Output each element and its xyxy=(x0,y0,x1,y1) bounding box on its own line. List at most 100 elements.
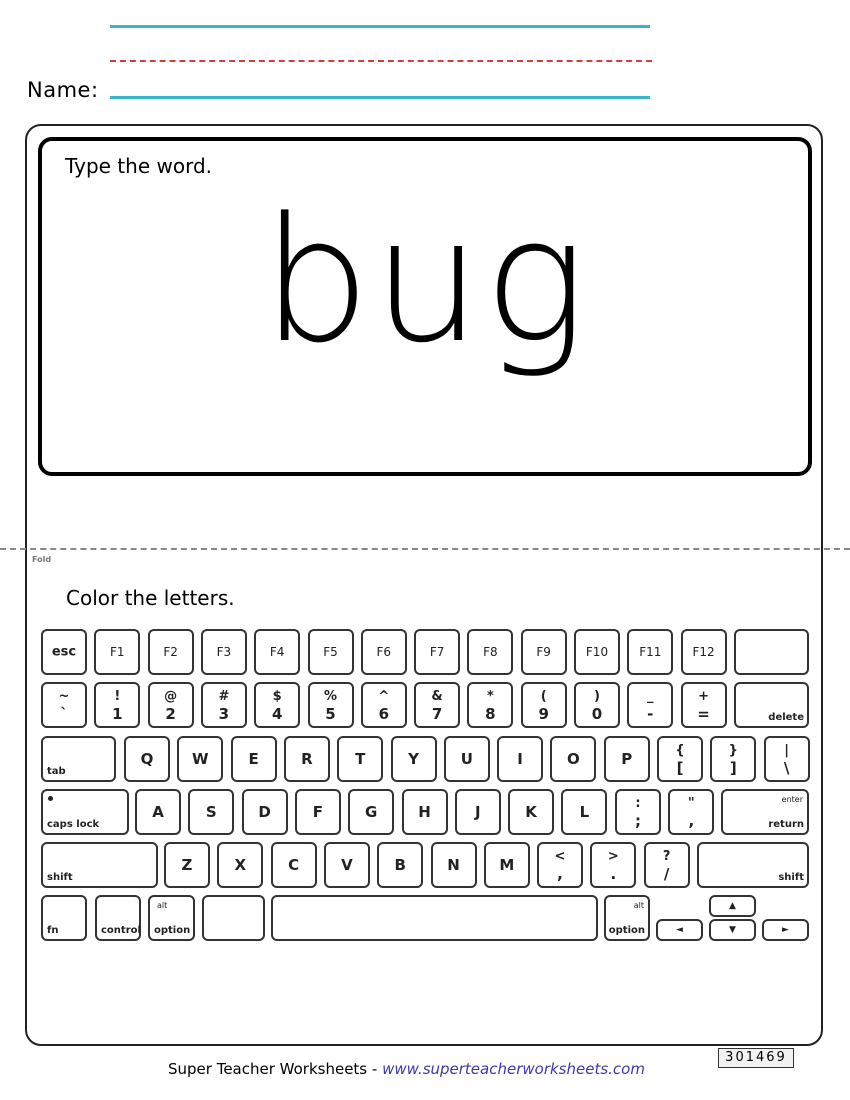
key-label: I xyxy=(517,750,523,768)
key-control[interactable]: control xyxy=(95,895,141,941)
key-e[interactable]: E xyxy=(230,736,277,782)
key-symbol[interactable]: <, xyxy=(537,842,583,888)
key-esc[interactable]: esc xyxy=(41,629,87,675)
key-symbol[interactable]: >. xyxy=(590,842,637,888)
key-label: : xyxy=(635,796,641,811)
key-arrow-up[interactable]: ▲ xyxy=(709,895,756,917)
key-g[interactable]: G xyxy=(348,789,395,835)
key-i[interactable]: I xyxy=(497,736,544,782)
key-label: F4 xyxy=(269,645,285,659)
key-label: ) xyxy=(594,689,600,704)
key-p[interactable]: P xyxy=(603,736,650,782)
key-space[interactable] xyxy=(271,895,598,941)
key-delete[interactable]: delete xyxy=(734,682,809,728)
key-label: control xyxy=(101,925,141,936)
key-13[interactable]: + = xyxy=(680,682,727,728)
key-f12[interactable]: F12 xyxy=(680,629,727,675)
key-f1[interactable]: F1 xyxy=(94,629,141,675)
key-option-right[interactable]: alt option xyxy=(604,895,650,941)
key-l[interactable]: L xyxy=(561,789,608,835)
key-symbol[interactable]: ? / xyxy=(643,842,690,888)
key-fn[interactable]: fn xyxy=(41,895,87,941)
key-1[interactable]: ~ ` xyxy=(41,682,87,728)
key-symbol[interactable]: | \ xyxy=(763,736,810,782)
key-x[interactable]: X xyxy=(217,842,264,888)
key-label: E xyxy=(248,750,259,768)
key-o[interactable]: O xyxy=(550,736,597,782)
key-10[interactable]: (9 xyxy=(520,682,567,728)
key-f2[interactable]: F2 xyxy=(147,629,194,675)
key-f3[interactable]: F3 xyxy=(200,629,247,675)
key-8[interactable]: & 7 xyxy=(414,682,461,728)
key-h[interactable]: H xyxy=(401,789,448,835)
key-12[interactable]: _ - xyxy=(627,682,674,728)
key-z[interactable]: Z xyxy=(164,842,210,888)
key-r[interactable]: R xyxy=(283,736,330,782)
key-f9[interactable]: F9 xyxy=(520,629,567,675)
key-2[interactable]: ! 1 xyxy=(94,682,141,728)
key-label: L xyxy=(579,803,590,821)
key-f10[interactable]: F10 xyxy=(574,629,620,675)
key-f8[interactable]: F8 xyxy=(467,629,514,675)
key-label: X xyxy=(234,856,247,874)
key-arrow-right[interactable]: ► xyxy=(762,919,809,941)
key-s[interactable]: S xyxy=(188,789,235,835)
key-f[interactable]: F xyxy=(294,789,341,835)
key-tab[interactable]: tab xyxy=(41,736,116,782)
key-j[interactable]: J xyxy=(454,789,501,835)
key-c[interactable]: C xyxy=(270,842,317,888)
key-7[interactable]: ^ 6 xyxy=(360,682,407,728)
key-label: F12 xyxy=(692,645,715,659)
key-b[interactable]: B xyxy=(377,842,424,888)
key-f11[interactable]: F11 xyxy=(627,629,674,675)
key-4[interactable]: #3 xyxy=(200,682,247,728)
key-label: U xyxy=(460,750,473,768)
key-caps-lock[interactable]: caps lock xyxy=(41,789,129,835)
key-d[interactable]: D xyxy=(241,789,288,835)
type-word-prompt: Type the word. xyxy=(65,154,212,178)
key-label: F1 xyxy=(110,645,125,659)
key-blank[interactable] xyxy=(734,629,809,675)
key-shift-right[interactable]: shift xyxy=(697,842,809,888)
key-shift-left[interactable]: shift xyxy=(41,842,158,888)
key-9[interactable]: * 8 xyxy=(467,682,514,728)
key-f7[interactable]: F7 xyxy=(414,629,461,675)
key-11[interactable]: ) 0 xyxy=(574,682,620,728)
key-v[interactable]: V xyxy=(323,842,370,888)
key-command[interactable] xyxy=(202,895,265,941)
key-arrow-down[interactable]: ▼ xyxy=(709,919,756,941)
key-f5[interactable]: F5 xyxy=(307,629,354,675)
key-u[interactable]: U xyxy=(443,736,490,782)
key-symbol[interactable]: ", xyxy=(668,789,715,835)
key-label: \ xyxy=(783,759,790,777)
key-symbol[interactable]: {[ xyxy=(657,736,703,782)
key-label: ` xyxy=(60,705,68,723)
key-6[interactable]: % 5 xyxy=(307,682,354,728)
key-label: F5 xyxy=(323,645,338,659)
key-return[interactable]: enter return xyxy=(721,789,809,835)
key-w[interactable]: W xyxy=(177,736,224,782)
key-label: esc xyxy=(51,644,77,660)
key-y[interactable]: Y xyxy=(390,736,437,782)
key-q[interactable]: Q xyxy=(124,736,170,782)
key-k[interactable]: K xyxy=(508,789,555,835)
footer-url[interactable]: www.superteacherworksheets.com xyxy=(382,1060,645,1078)
key-label: C xyxy=(288,856,300,874)
name-line[interactable] xyxy=(110,96,650,99)
key-3[interactable]: @2 xyxy=(147,682,194,728)
key-m[interactable]: M xyxy=(483,842,530,888)
key-arrow-left[interactable]: ◄ xyxy=(656,919,703,941)
key-label: % xyxy=(323,689,338,704)
key-f4[interactable]: F4 xyxy=(254,629,301,675)
key-5[interactable]: $4 xyxy=(254,682,301,728)
key-option-left[interactable]: alt option xyxy=(148,895,195,941)
key-label: O xyxy=(567,750,580,768)
key-symbol[interactable]: }] xyxy=(710,736,757,782)
key-label: F xyxy=(312,803,324,821)
key-symbol[interactable]: :; xyxy=(615,789,661,835)
key-a[interactable]: A xyxy=(135,789,181,835)
key-label: & xyxy=(431,689,443,704)
key-t[interactable]: T xyxy=(337,736,384,782)
key-f6[interactable]: F6 xyxy=(360,629,407,675)
key-n[interactable]: N xyxy=(430,842,477,888)
